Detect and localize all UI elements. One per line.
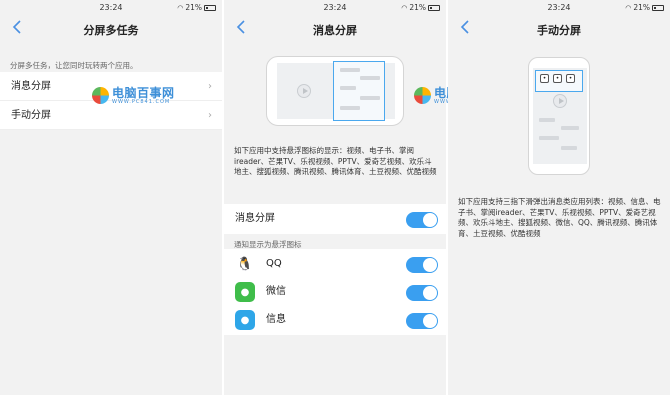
screenshot-composite: 23:24 ◠ 21% 分屏多任务 分屏多任务，让您同时玩转两个应用。 消息分屏… [0,0,670,395]
play-icon [553,94,567,108]
landscape-phone-illustration [266,56,404,126]
wifi-icon: ◠ [177,3,184,12]
supported-apps-desc: 如下应用中支持悬浮图标的显示：视频、电子书、掌阅ireader、芒果TV、乐视视… [234,146,437,176]
message-split-screen: 23:24 ◠ 21% 消息分屏 如下应用中支持悬浮图标的显示：视频、电子书、掌… [224,0,446,395]
watermark-url: WWW.PC841.COM [112,98,171,105]
app-row-wechat: ● 微信 [224,277,446,307]
placeholder-bar [561,126,579,130]
wifi-icon: ◠ [625,3,632,12]
qq-icon: • [540,74,549,83]
battery-percent: 21% [409,3,426,12]
phone-screen [277,61,395,121]
app-label: QQ [266,258,282,269]
page-title: 分屏多任务 [83,24,139,37]
status-right: ◠ 21% [177,3,216,12]
wechat-toggle[interactable] [406,285,438,301]
placeholder-bar [539,136,559,140]
nav-bar: 手动分屏 [448,14,670,44]
portrait-phone-illustration: • • • [528,57,590,175]
message-icon: ● [235,310,255,330]
placeholder-bar [340,106,360,110]
supported-apps-desc: 如下应用支持三指下滑弹出消息类应用列表：视频、信息、电子书、掌阅ireader、… [458,197,661,238]
status-right: ◠ 21% [625,3,664,12]
manual-split-screen: 23:24 ◠ 21% 手动分屏 • • • 如下应用支持三指下滑弹出消息类应用… [448,0,670,395]
placeholder-bar [340,86,356,90]
placeholder-bar [539,118,555,122]
page-title: 手动分屏 [537,24,581,37]
list-item-manual-split[interactable]: 手动分屏 › [0,101,222,130]
message-split-toggle[interactable] [406,212,438,228]
nav-bar: 分屏多任务 [0,14,222,44]
qq-toggle[interactable] [406,257,438,273]
chevron-right-icon: › [208,110,212,121]
split-multitask-screen: 23:24 ◠ 21% 分屏多任务 分屏多任务，让您同时玩转两个应用。 消息分屏… [0,0,222,395]
placeholder-bar [340,68,360,72]
status-bar: 23:24 ◠ 21% [224,0,446,14]
placeholder-bar [360,96,380,100]
status-right: ◠ 21% [401,3,440,12]
wifi-icon: ◠ [401,3,408,12]
page-title: 消息分屏 [313,24,357,37]
battery-percent: 21% [633,3,650,12]
split-window-highlight [333,61,385,121]
battery-percent: 21% [185,3,202,12]
wechat-icon: • [553,74,562,83]
app-label: 微信 [266,286,286,297]
battery-icon [204,4,216,11]
placeholder-bar [360,76,380,80]
hint-text: 分屏多任务，让您同时玩转两个应用。 [10,61,138,70]
message-icon: • [566,74,575,83]
list-item-label: 消息分屏 [11,81,51,92]
app-row-qq: 🐧 QQ [224,249,446,279]
message-split-label: 消息分屏 [235,213,275,224]
wechat-icon: ● [235,282,255,302]
app-row-message: ● 信息 [224,305,446,335]
watermark-logo: 电脑百事网 WWW.PC841.COM [92,87,175,105]
app-list-popup: • • • [535,70,583,92]
battery-icon [428,4,440,11]
logo-mark-icon [92,87,109,105]
status-bar: 23:24 ◠ 21% [0,0,222,14]
battery-icon [652,4,664,11]
message-split-row: 消息分屏 [224,204,446,234]
qq-icon: 🐧 [235,254,255,274]
app-label: 信息 [266,314,286,325]
placeholder-bar [561,146,577,150]
status-bar: 23:24 ◠ 21% [448,0,670,14]
list-item-label: 手动分屏 [11,110,51,121]
watermark-name: 电脑百事网 [112,86,175,100]
message-toggle[interactable] [406,313,438,329]
logo-mark-icon [414,87,431,105]
chevron-right-icon: › [208,81,212,92]
nav-bar: 消息分屏 [224,14,446,44]
play-icon [297,84,311,98]
